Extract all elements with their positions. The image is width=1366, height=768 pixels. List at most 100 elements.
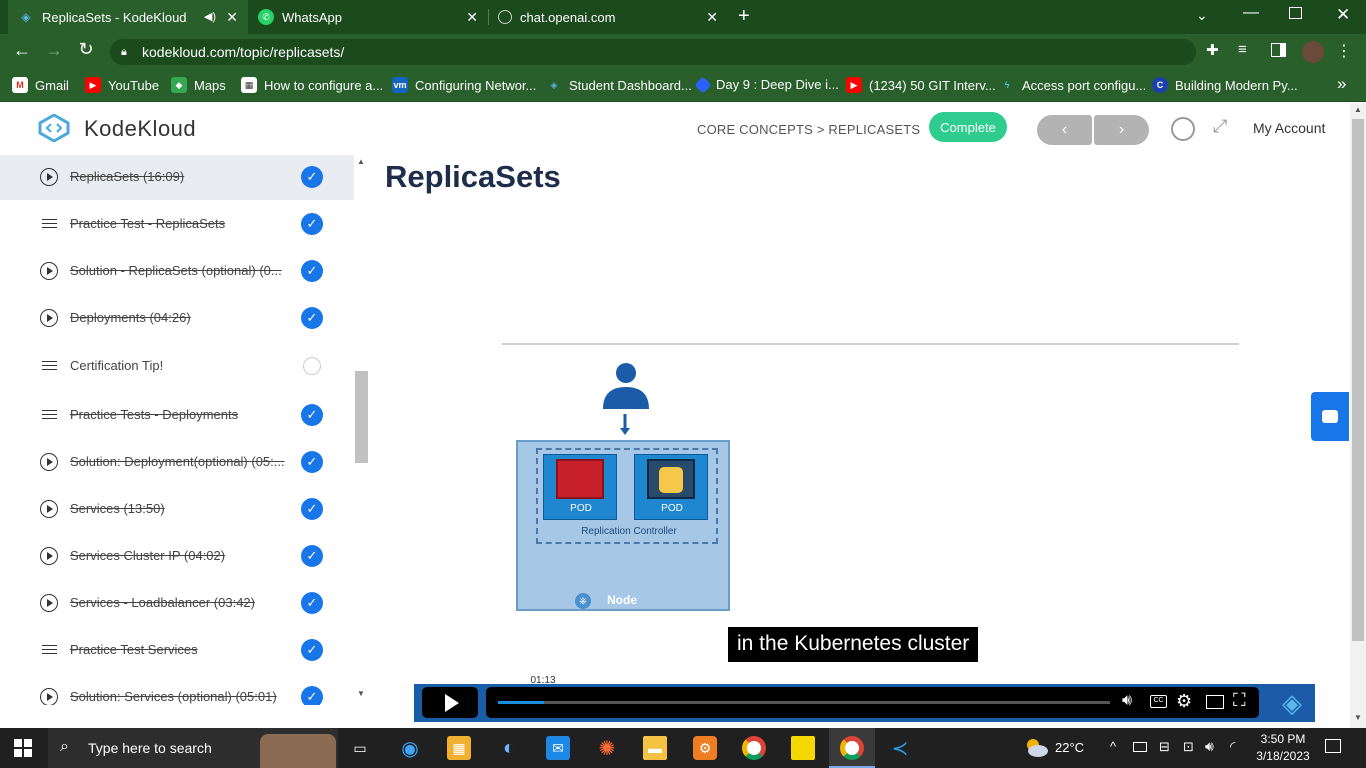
network-icon[interactable]: ⊟ [1159,739,1170,755]
edge-alt-icon[interactable]: ◐ [497,736,521,760]
chrome-icon[interactable] [742,736,766,760]
taskbar-chrome-active[interactable] [829,728,875,768]
scroll-up-arrow-icon[interactable]: ▲ [357,157,365,166]
video-fullscreen-icon[interactable]: ⛶ [1233,690,1246,711]
url-bar[interactable]: 🔒︎ kodekloud.com/topic/replicasets/ [110,39,1196,65]
bookmark-access-port[interactable]: ϟ Access port configu... [999,77,1147,93]
incomplete-circle-icon[interactable] [303,356,321,375]
volume-icon[interactable]: 🔊︎ [1122,692,1132,710]
bookmark-maps[interactable]: ◆ Maps [171,77,226,93]
complete-button[interactable]: Complete [929,112,1007,142]
bookmark-networking[interactable]: vm Configuring Networ... [392,77,536,93]
completed-check-icon[interactable]: ✓ [301,685,323,705]
tab-search-chevron-icon[interactable]: ⌄ [1196,7,1208,24]
weather-cloud-icon[interactable] [1024,737,1048,757]
back-arrow-icon[interactable]: ← [9,40,35,61]
edge-browser-icon[interactable]: ◉ [398,736,422,760]
completed-check-icon[interactable]: ✓ [301,259,323,282]
sidebar-scroll-thumb[interactable] [355,371,368,463]
tab-chatgpt[interactable]: chat.openai.com ✕ [488,0,728,34]
close-icon[interactable]: ✕ [466,9,478,26]
side-panel-icon[interactable] [1271,43,1286,57]
completed-check-icon[interactable]: ✓ [301,638,323,661]
scroll-down-arrow-icon[interactable]: ▼ [357,689,365,698]
completed-check-icon[interactable]: ✓ [301,403,323,426]
close-icon[interactable]: ✕ [706,9,718,26]
bookmark-gmail[interactable]: M Gmail [12,77,69,93]
lesson-item[interactable]: Practice Test Services ✓ [0,626,354,673]
minimize-icon[interactable]: — [1243,4,1259,22]
completed-check-icon[interactable]: ✓ [301,450,323,473]
completed-check-icon[interactable]: ✓ [301,212,323,235]
weather-temperature[interactable]: 22°C [1055,740,1084,755]
profile-avatar[interactable] [1302,41,1324,63]
reload-icon[interactable]: ↻ [73,39,99,60]
device-icon[interactable]: ⊡ [1183,739,1194,755]
taskbar-search-box[interactable]: ⌕ Type here to search [48,728,338,768]
clock-time[interactable]: 3:50 PM [1258,732,1308,746]
bookmark-youtube[interactable]: ▶ YouTube [85,77,159,93]
window-close-icon[interactable]: ✕ [1336,5,1350,25]
page-scroll-thumb[interactable] [1352,119,1364,641]
lesson-item[interactable]: Solution - ReplicaSets (optional) (0... … [0,247,354,294]
completed-check-icon[interactable]: ✓ [301,497,323,520]
video-player[interactable]: POD POD Replication Controller ⎈ Node in… [414,203,1315,723]
close-icon[interactable]: ✕ [226,9,238,26]
lesson-item[interactable]: Services Cluster IP (04:02) ✓ [0,532,354,579]
vscode-icon[interactable]: ≺ [888,736,912,760]
lesson-item[interactable]: Practice Tests - Deployments ✓ [0,391,354,438]
settings-gear-icon[interactable]: ⚙ [1176,691,1192,712]
browser-menu-icon[interactable]: ⋮ [1336,41,1352,61]
previous-lesson-button[interactable]: ‹ [1037,115,1092,145]
bookmark-configure[interactable]: ▦ How to configure a... [241,77,383,93]
lesson-item[interactable]: Services - Loadbalancer (03:42) ✓ [0,579,354,626]
closed-captions-icon[interactable]: CC [1150,695,1167,708]
sticky-notes-icon[interactable] [791,736,815,760]
restore-icon[interactable] [1289,7,1302,19]
show-hidden-icons-chevron-icon[interactable]: ^ [1110,739,1116,754]
next-lesson-button[interactable]: › [1094,115,1149,145]
lesson-item[interactable]: Certification Tip! [0,342,354,389]
completed-check-icon[interactable]: ✓ [301,544,323,567]
completed-check-icon[interactable]: ✓ [301,591,323,614]
lesson-item[interactable]: Solution: Services (optional) (05:01) ✓ [0,673,354,705]
lesson-item[interactable]: Deployments (04:26) ✓ [0,294,354,341]
tab-whatsapp[interactable]: ✆ WhatsApp ✕ [248,0,488,34]
bookmark-day9[interactable]: Day 9 : Deep Dive i... [694,76,839,93]
tab-replicasets[interactable]: ◈ ReplicaSets - KodeKloud ◀) ✕ [8,0,248,34]
my-account-link[interactable]: My Account [1253,120,1325,136]
windows-start-icon[interactable] [14,739,32,757]
forward-arrow-icon[interactable]: → [41,40,67,61]
kodekloud-logo-text[interactable]: KodeKloud [84,116,196,142]
new-tab-plus-icon[interactable]: + [738,5,750,28]
mail-icon[interactable]: ✉ [546,736,570,760]
completed-check-icon[interactable]: ✓ [301,165,323,188]
play-button[interactable] [422,687,478,718]
lesson-item[interactable]: Services (13:50) ✓ [0,485,354,532]
wifi-icon[interactable]: ◜ [1230,738,1235,755]
lesson-item[interactable]: ReplicaSets (16:09) ✓ [0,155,354,200]
task-view-icon[interactable]: ▭ [348,736,372,760]
breadcrumb[interactable]: CORE CONCEPTS > REPLICASETS [697,122,920,137]
git-app-icon[interactable]: ✺ [595,736,619,760]
scroll-up-arrow-icon[interactable]: ▲ [1354,105,1362,114]
bookmark-git-interview[interactable]: ▶ (1234) 50 GIT Interv... [846,77,996,93]
extensions-puzzle-icon[interactable]: ✚ [1206,41,1219,59]
lesson-item[interactable]: Practice Test - ReplicaSets ✓ [0,200,354,247]
fullscreen-expand-icon[interactable]: ⤢ [1213,116,1227,137]
speaker-volume-icon[interactable]: 🔊︎ [1205,738,1214,755]
clock-date[interactable]: 3/18/2023 [1255,749,1311,763]
picture-in-picture-icon[interactable] [1206,695,1224,709]
media-control-icon[interactable]: ≡ [1238,41,1247,58]
seek-bar[interactable]: 🔊︎ CC ⚙ ⛶ [486,687,1259,718]
microsoft-store-icon[interactable]: ▦ [447,736,471,760]
completed-check-icon[interactable]: ✓ [301,306,323,329]
more-bookmarks-icon[interactable]: » [1337,74,1346,94]
notifications-icon[interactable] [1325,739,1341,753]
page-scrollbar[interactable]: ▲ ▼ [1350,103,1366,728]
bookmark-building-python[interactable]: C Building Modern Py... [1152,77,1298,93]
scroll-down-arrow-icon[interactable]: ▼ [1354,713,1362,722]
kodekloud-logo-icon[interactable] [34,113,74,143]
battery-icon[interactable] [1133,742,1147,752]
bookmark-student-dashboard[interactable]: ◈ Student Dashboard... [546,77,692,93]
